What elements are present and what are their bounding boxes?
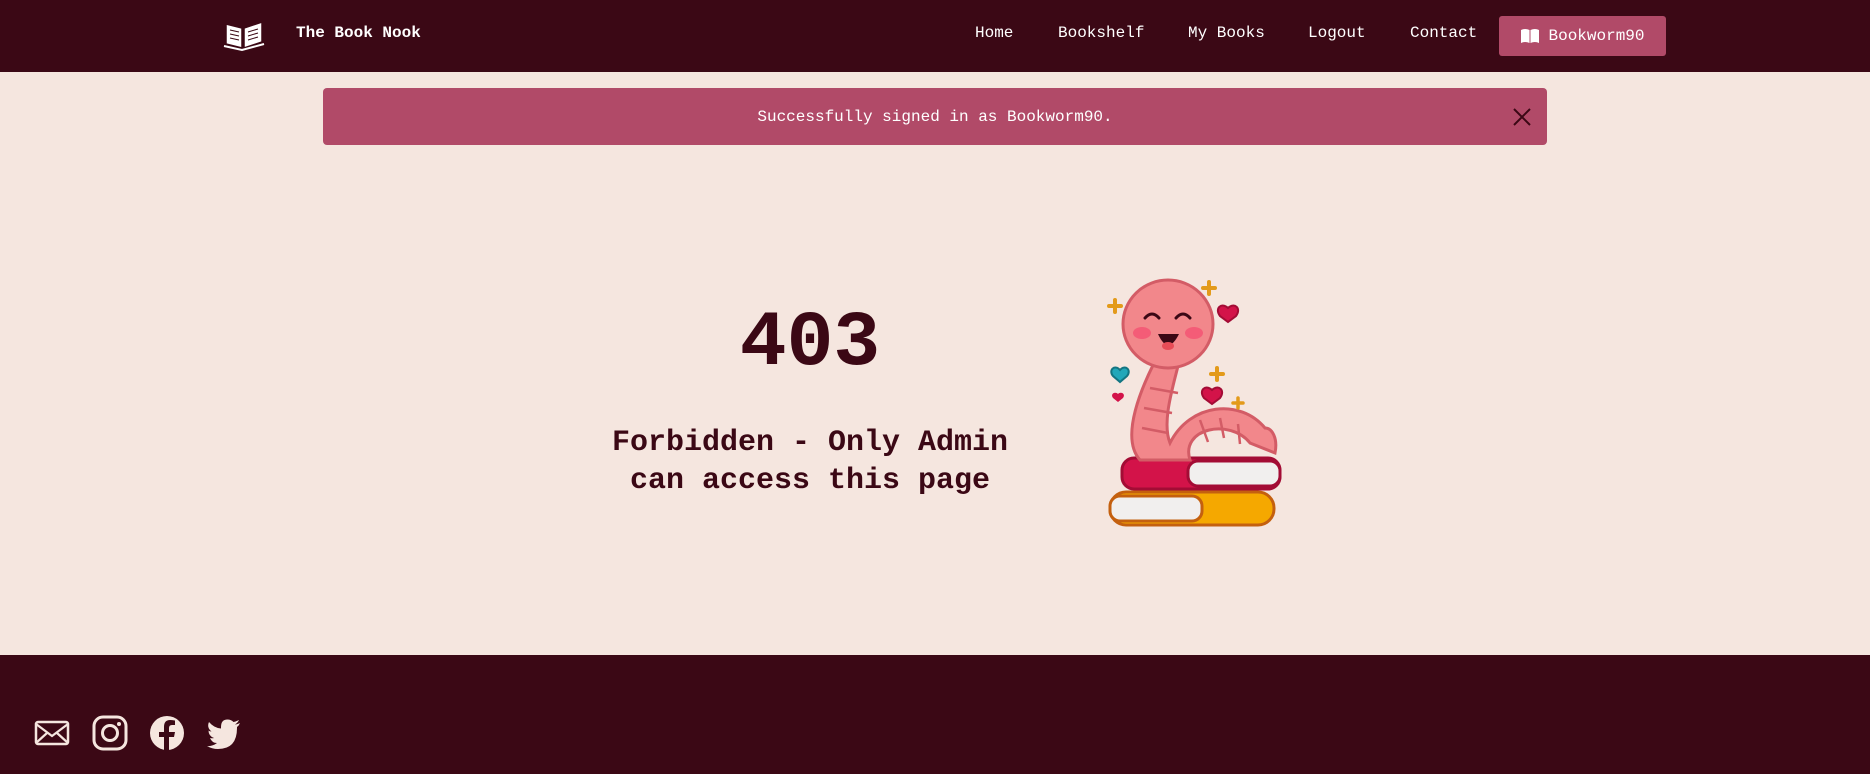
brand-name[interactable]: The Book Nook [296, 24, 421, 42]
bookworm-illustration [1107, 278, 1282, 527]
twitter-icon[interactable] [206, 715, 242, 751]
nav-contact[interactable]: Contact [1410, 24, 1477, 42]
navbar: The Book Nook Home Bookshelf My Books Lo… [0, 0, 1870, 72]
close-icon[interactable] [1511, 106, 1533, 128]
nav-logout[interactable]: Logout [1308, 24, 1366, 42]
mail-icon[interactable] [34, 715, 70, 751]
error-code: 403 [739, 300, 881, 388]
facebook-icon[interactable] [149, 715, 185, 751]
nav-my-books[interactable]: My Books [1188, 24, 1265, 42]
error-message: Forbidden - Only Admin can access this p… [560, 424, 1060, 500]
error-message-line-2: can access this page [629, 464, 991, 498]
nav-bookshelf[interactable]: Bookshelf [1058, 24, 1144, 42]
nav-home[interactable]: Home [975, 24, 1013, 42]
user-menu-label: Bookworm90 [1548, 27, 1645, 45]
book-icon [1521, 29, 1540, 43]
success-alert: Successfully signed in as Bookworm90. [323, 88, 1547, 145]
user-menu-button[interactable]: Bookworm90 [1499, 16, 1666, 56]
footer [0, 655, 1870, 774]
alert-message: Successfully signed in as Bookworm90. [757, 107, 1113, 126]
error-message-line-1: Forbidden - Only Admin [611, 426, 1009, 460]
instagram-icon[interactable] [92, 715, 128, 751]
open-book-logo-icon[interactable] [222, 16, 266, 52]
